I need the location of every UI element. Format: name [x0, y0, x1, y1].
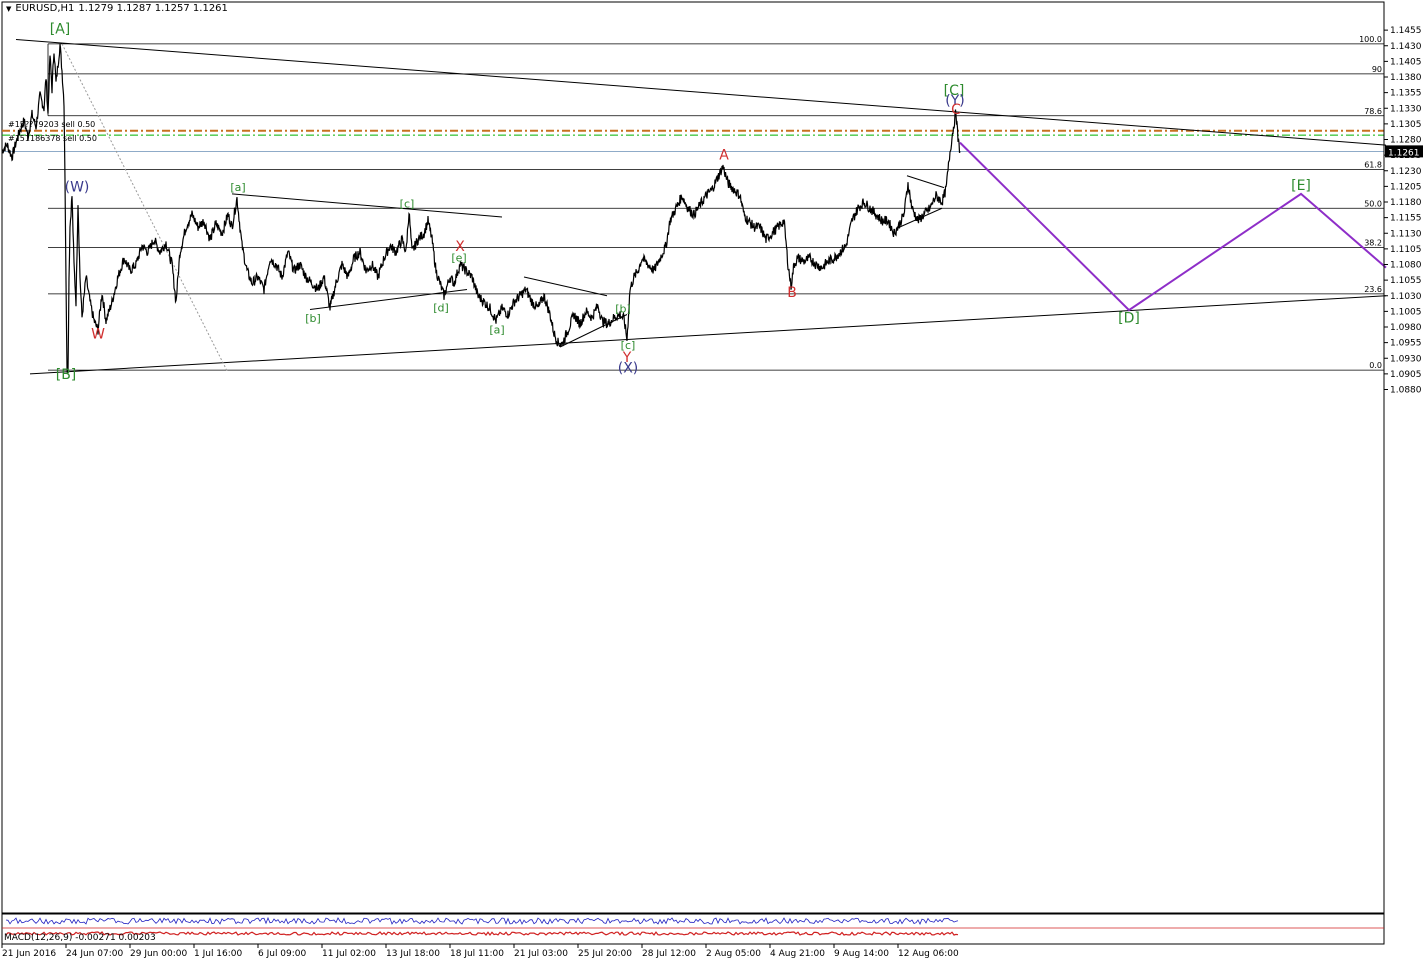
header-triangle-icon[interactable]: ▼: [6, 5, 11, 13]
ohlc-label: 1.1279 1.1287 1.1257 1.1261: [78, 3, 228, 14]
fib-label-5: 38.2: [1364, 239, 1382, 248]
price-tick-label-17: 1.1305: [1390, 120, 1422, 130]
price-tick-label-1: 1.0905: [1390, 370, 1422, 380]
time-tick-label-9: 25 Jul 20:00: [578, 949, 632, 959]
price-chart[interactable]: 100.09078.661.850.038.223.60.0#15??79203…: [0, 0, 1424, 963]
current-price-label: 1.1261: [1388, 148, 1420, 158]
wave-label-c-6: [c]: [400, 198, 415, 211]
macd-label: MACD(12,26,9) -0.00271 0.00203: [4, 933, 156, 943]
order-label-1: #151186378 sell 0.50: [8, 134, 97, 143]
fib-label-6: 23.6: [1364, 285, 1382, 294]
fib-label-3: 61.8: [1364, 161, 1382, 170]
wave-label-a-0: [A]: [50, 21, 71, 37]
price-tick-label-23: 1.1455: [1390, 26, 1422, 36]
time-tick-label-4: 6 Jul 09:00: [258, 949, 307, 959]
wave-label-a-4: [a]: [230, 181, 245, 194]
symbol-label: EURUSD,H1: [15, 3, 75, 14]
chart-header: ▼ EURUSD,H1 1.1279 1.1287 1.1257 1.1261: [6, 3, 228, 14]
time-tick-label-1: 24 Jun 07:00: [66, 949, 123, 959]
price-tick-label-18: 1.1330: [1390, 104, 1422, 114]
price-tick-label-11: 1.1155: [1390, 214, 1422, 224]
fib-label-4: 50.0: [1364, 199, 1382, 208]
wave-label-b-16: B: [787, 285, 797, 301]
time-tick-label-13: 9 Aug 14:00: [834, 949, 889, 959]
price-tick-label-3: 1.0955: [1390, 339, 1422, 349]
wave-label-w-2: (W): [65, 179, 90, 195]
wave-label-b-1: [B]: [56, 367, 77, 383]
price-tick-label-9: 1.1105: [1390, 245, 1422, 255]
time-tick-label-3: 1 Jul 16:00: [194, 949, 243, 959]
wave-label-b-11: [b]: [615, 303, 631, 316]
wave-label-a-10: [a]: [489, 323, 504, 336]
time-tick-label-12: 4 Aug 21:00: [770, 949, 825, 959]
price-tick-label-8: 1.1080: [1390, 261, 1422, 271]
price-tick-label-16: 1.1280: [1390, 136, 1422, 146]
time-tick-label-2: 29 Jun 00:00: [130, 949, 187, 959]
wave-label-e-21: [E]: [1291, 178, 1311, 194]
wave-label-w-3: W: [91, 326, 105, 342]
wave-label-b-5: [b]: [305, 312, 321, 325]
plot-frame: [1, 1, 1385, 914]
wave-label-x-14: (X): [618, 361, 639, 377]
price-tick-label-22: 1.1430: [1390, 42, 1422, 52]
price-tick-label-4: 1.0980: [1390, 323, 1422, 333]
fib-label-7: 0.0: [1369, 361, 1382, 370]
wave-label-a-15: A: [719, 148, 729, 164]
time-tick-label-5: 11 Jul 02:00: [322, 949, 376, 959]
wave-label-d-20: [D]: [1118, 311, 1140, 327]
price-tick-label-14: 1.1230: [1390, 167, 1422, 177]
fib-label-2: 78.6: [1364, 107, 1382, 116]
wave-label-c-19: C: [951, 102, 961, 118]
wave-label-d-7: [d]: [433, 301, 449, 314]
price-tick-label-10: 1.1130: [1390, 229, 1422, 239]
time-tick-label-8: 21 Jul 03:00: [514, 949, 568, 959]
time-tick-label-14: 12 Aug 06:00: [898, 949, 959, 959]
chart-root[interactable]: 100.0 90 78.6 61.8 50.0 38.2 23.6 0.0 #15??79203…: [0, 0, 1424, 963]
time-tick-label-11: 2 Aug 05:00: [706, 949, 761, 959]
time-tick-label-10: 28 Jul 12:00: [642, 949, 696, 959]
price-tick-label-0: 1.0880: [1390, 386, 1422, 396]
price-tick-label-21: 1.1405: [1390, 57, 1422, 67]
price-tick-label-7: 1.1055: [1390, 276, 1422, 286]
price-tick-label-19: 1.1355: [1390, 89, 1422, 99]
price-tick-label-6: 1.1030: [1390, 292, 1422, 302]
price-tick-label-2: 1.0930: [1390, 354, 1422, 364]
fib-label-0: 100.0: [1359, 35, 1382, 44]
time-tick-label-7: 18 Jul 11:00: [450, 949, 504, 959]
wave-label-e-9: [e]: [451, 251, 466, 264]
price-tick-label-5: 1.1005: [1390, 307, 1422, 317]
macd-frame: [1, 913, 1385, 945]
price-tick-label-20: 1.1380: [1390, 73, 1422, 83]
time-tick-label-6: 13 Jul 18:00: [386, 949, 440, 959]
fib-label-1: 90: [1372, 65, 1382, 74]
time-tick-label-0: 21 Jun 2016: [2, 949, 56, 959]
price-tick-label-12: 1.1180: [1390, 198, 1422, 208]
price-tick-label-13: 1.1205: [1390, 182, 1422, 192]
